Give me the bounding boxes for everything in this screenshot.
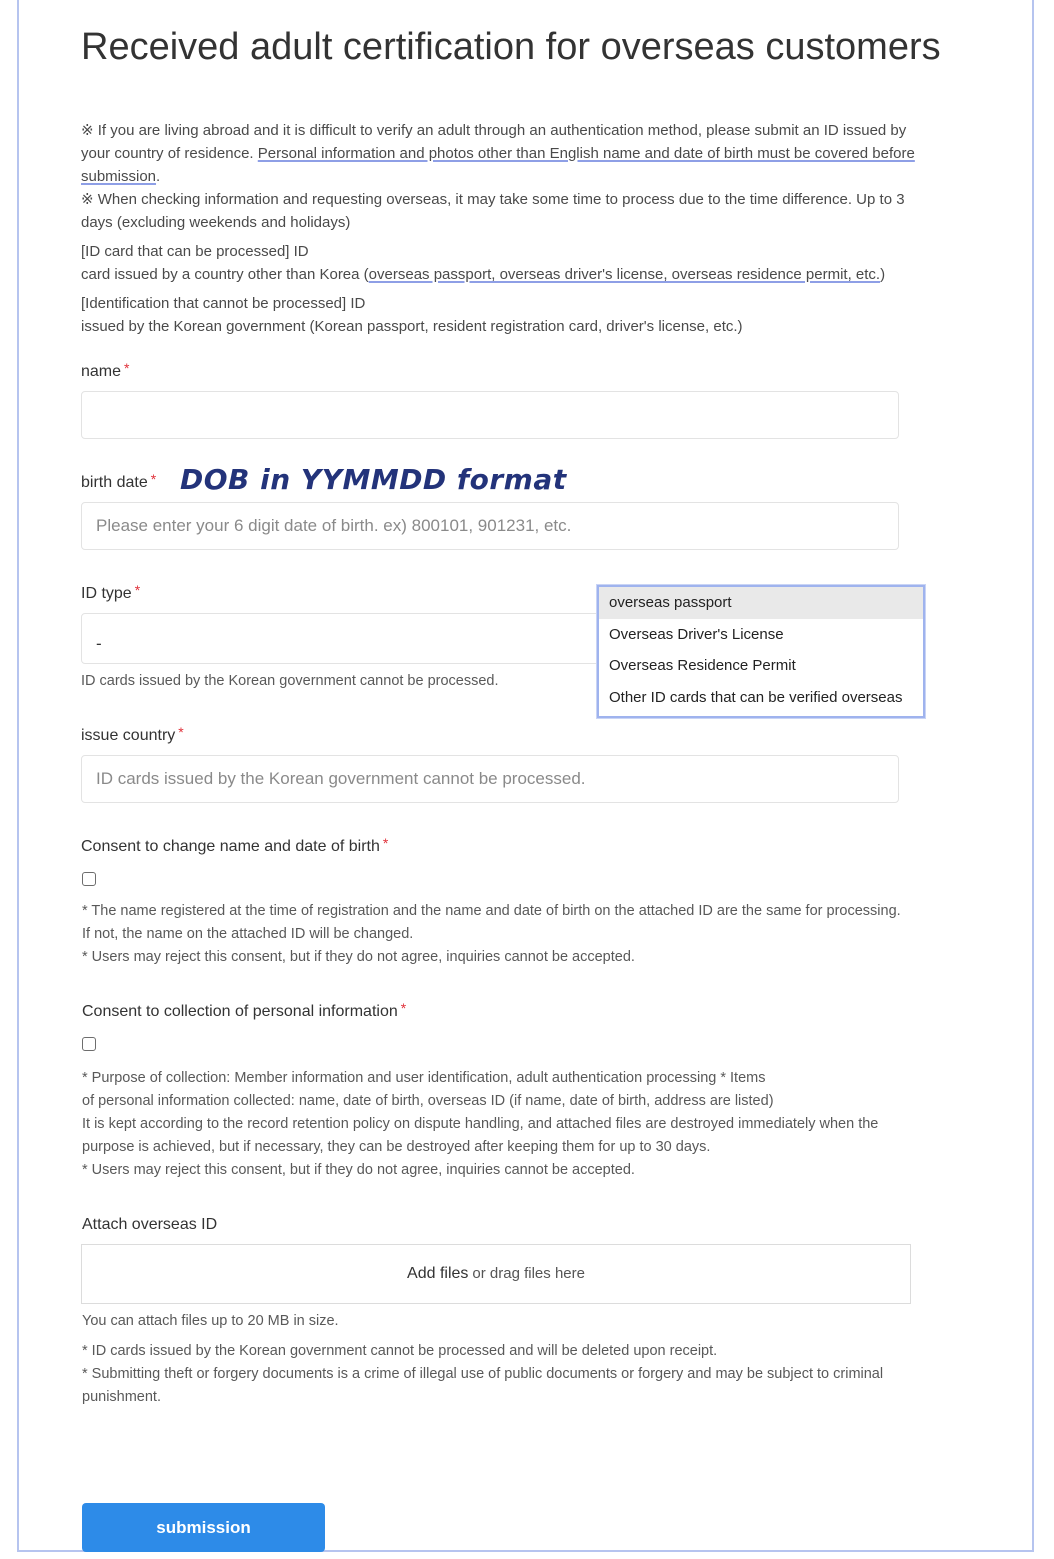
attach-note-2: * Submitting theft or forgery documents … [82, 1366, 884, 1405]
consent-privacy-checkbox[interactable] [82, 1037, 96, 1051]
id-type-option-residence-permit[interactable]: Overseas Residence Permit [599, 650, 923, 682]
consent-privacy-note-1: * Purpose of collection: Member informat… [82, 1070, 766, 1086]
ok-id-heading: [ID card that can be processed] ID [81, 243, 309, 260]
required-mark: * [134, 582, 141, 598]
no-id-heading: [Identification that cannot be processed… [81, 295, 366, 312]
id-type-label-text: ID type [81, 585, 132, 602]
notice-text-end: . [156, 168, 161, 185]
birth-date-input[interactable]: Please enter your 6 digit date of birth.… [81, 502, 899, 550]
consent-privacy-label: Consent to collection of personal inform… [82, 1000, 407, 1021]
ok-id-body: card issued by a country other than Kore… [81, 263, 916, 286]
attach-label: Attach overseas ID [82, 1216, 218, 1233]
required-mark: * [178, 724, 184, 740]
id-type-help: ID cards issued by the Korean government… [81, 673, 499, 689]
id-type-label: ID type * [81, 582, 141, 603]
required-mark: * [124, 360, 130, 376]
attach-note-1: * ID cards issued by the Korean governme… [82, 1343, 718, 1359]
issue-country-label: issue country * [81, 724, 184, 745]
no-id-body: issued by the Korean government (Korean … [81, 318, 743, 335]
drag-files-hint: or drag files here [472, 1265, 585, 1282]
consent-name-note-2: * Users may reject this consent, but if … [82, 949, 635, 965]
consent-name-notes: * The name registered at the time of reg… [82, 900, 902, 969]
id-type-dropdown: overseas passport Overseas Driver's Lice… [597, 585, 925, 718]
id-type-option-passport[interactable]: overseas passport [599, 587, 923, 619]
consent-privacy-notes: * Purpose of collection: Member informat… [82, 1067, 917, 1182]
submit-button[interactable]: submission [82, 1503, 325, 1552]
name-input[interactable] [81, 391, 899, 439]
consent-name-checkbox[interactable] [82, 872, 96, 886]
ok-id-body-text: card issued by a country other than Kore… [81, 266, 369, 283]
ok-id-body-end: ) [880, 266, 886, 283]
file-dropzone[interactable]: Add files or drag files here [81, 1244, 911, 1304]
consent-privacy-note-4: * Users may reject this consent, but if … [82, 1162, 635, 1178]
ok-id-examples: overseas passport, overseas driver's lic… [368, 266, 881, 283]
notice-block: ※ If you are living abroad and it is dif… [81, 119, 916, 338]
issue-country-input[interactable]: ID cards issued by the Korean government… [81, 755, 899, 803]
consent-name-note-1: * The name registered at the time of reg… [82, 903, 901, 942]
birth-date-annotation: DOB in YYMMDD format [180, 463, 567, 496]
notice-paragraph-1: ※ If you are living abroad and it is dif… [81, 119, 916, 188]
name-label: name * [81, 360, 130, 381]
page-title: Received adult certification for oversea… [81, 26, 941, 68]
name-label-text: name [81, 363, 122, 380]
attach-notes: * ID cards issued by the Korean governme… [82, 1340, 902, 1409]
attach-size-note: You can attach files up to 20 MB in size… [82, 1313, 339, 1329]
birth-date-label-text: birth date [81, 474, 148, 491]
notice-paragraph-2: ※ When checking information and requesti… [81, 191, 905, 231]
id-type-option-other[interactable]: Other ID cards that can be verified over… [599, 682, 923, 714]
add-files-link[interactable]: Add files [407, 1265, 468, 1282]
required-mark: * [150, 471, 157, 487]
required-mark: * [400, 1000, 407, 1016]
consent-name-label-text: Consent to change name and date of birth [81, 838, 380, 855]
consent-privacy-note-3: It is kept according to the record reten… [82, 1116, 879, 1155]
required-mark: * [382, 835, 389, 851]
consent-name-label: Consent to change name and date of birth… [81, 835, 389, 856]
birth-date-label: birth date * [81, 471, 157, 492]
issue-country-label-text: issue country [81, 727, 176, 744]
id-type-option-drivers-license[interactable]: Overseas Driver's License [599, 619, 923, 651]
consent-privacy-label-text: Consent to collection of personal inform… [82, 1003, 398, 1020]
consent-privacy-note-2: of personal information collected: name,… [82, 1093, 774, 1109]
